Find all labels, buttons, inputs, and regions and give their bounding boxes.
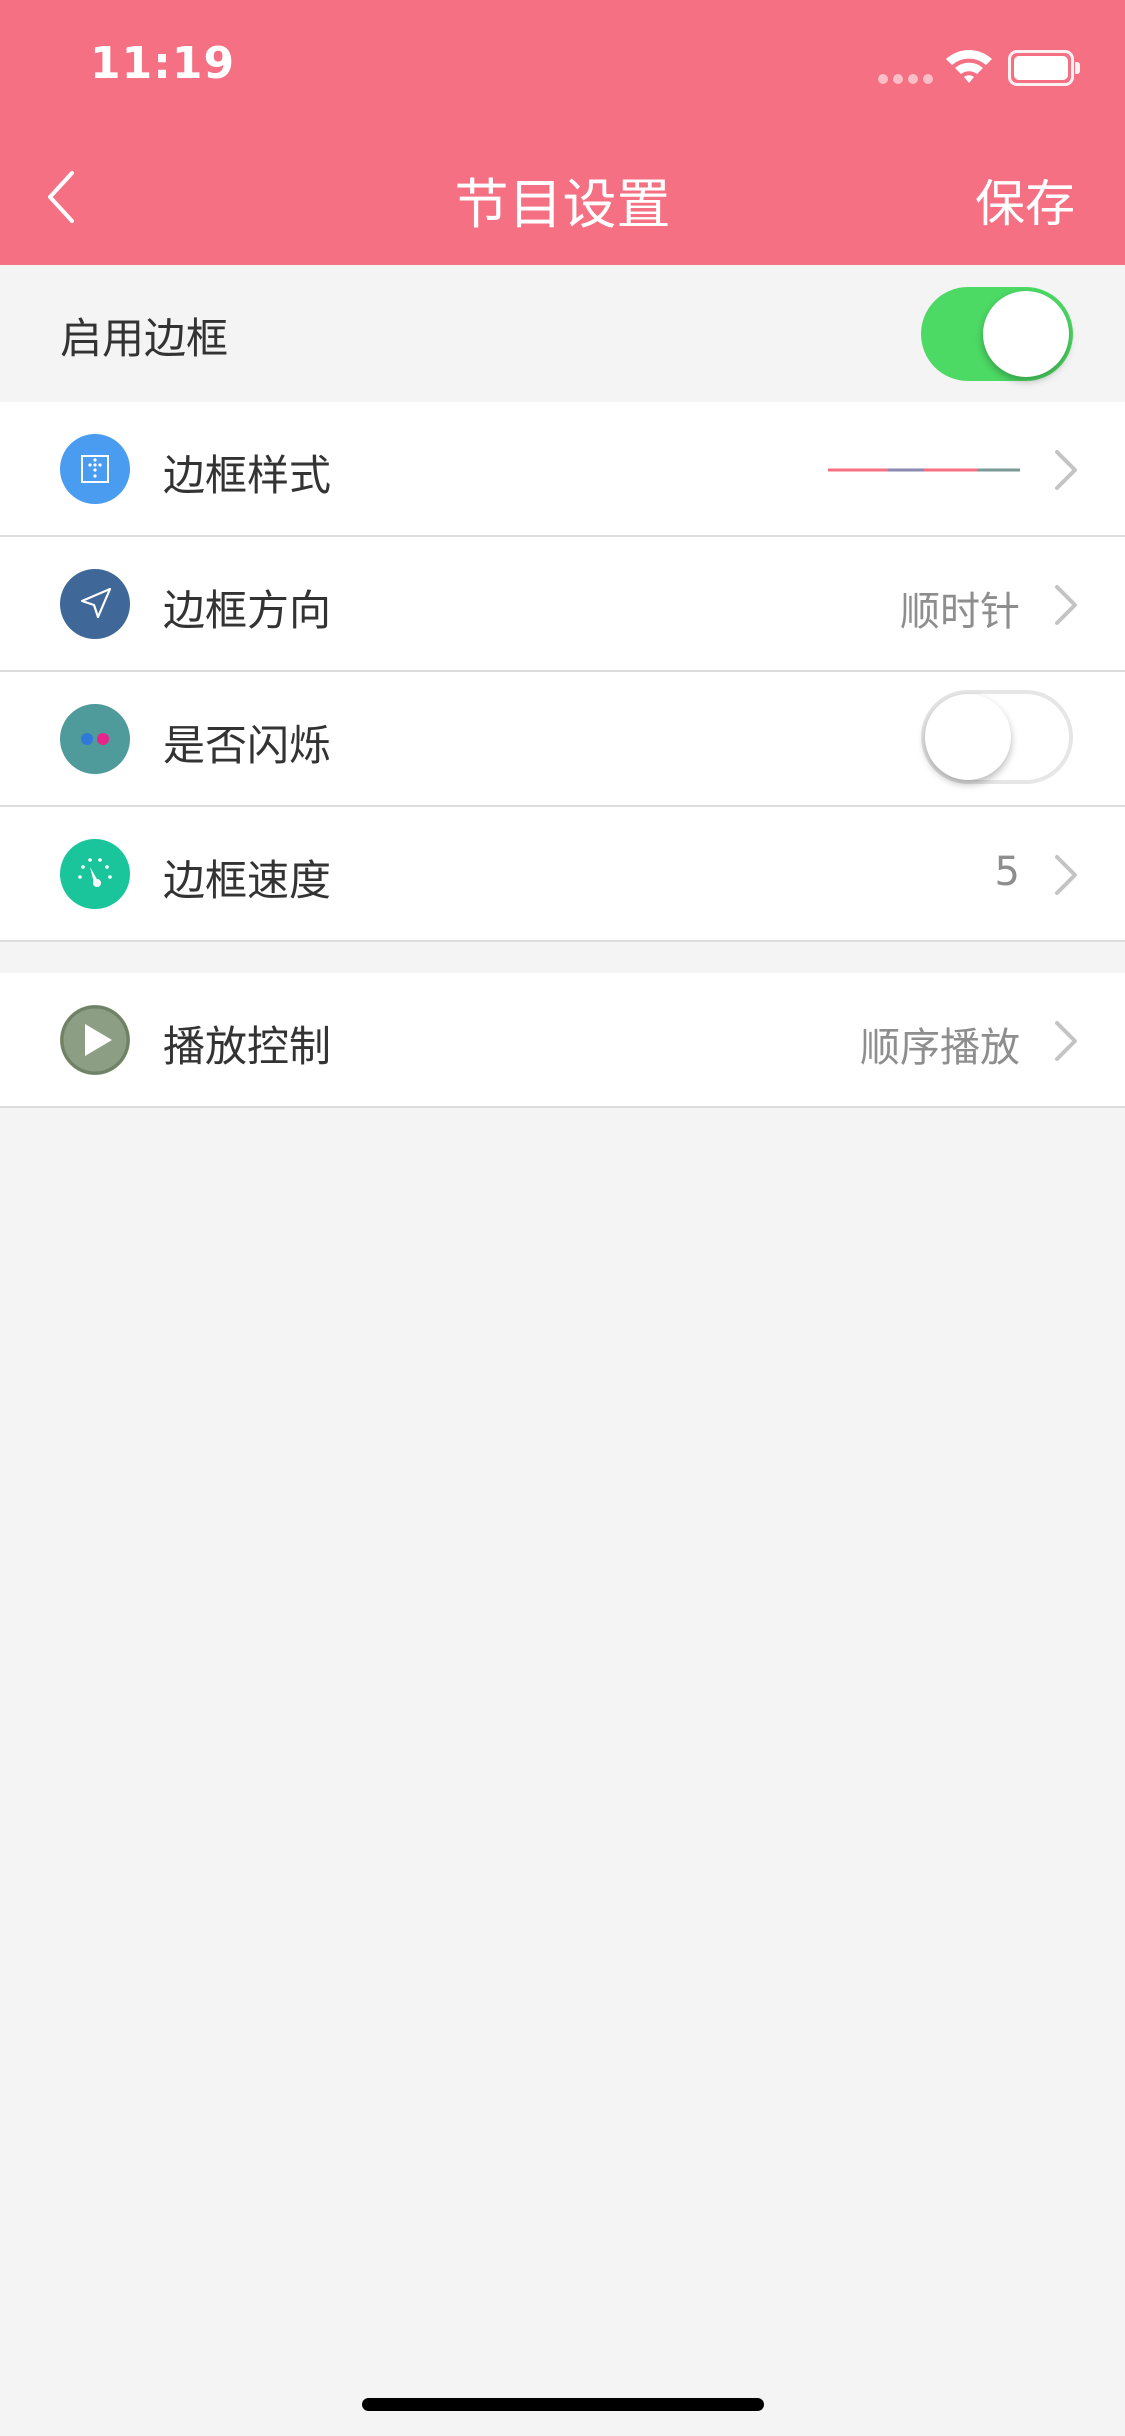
toggle-knob: [983, 291, 1069, 377]
playback-group: 播放控制 顺序播放: [0, 973, 1125, 1108]
header-bar: 11:19 节目设置 保存: [0, 0, 1125, 265]
cellular-signal-icon: [878, 74, 934, 84]
enable-border-toggle[interactable]: [921, 287, 1073, 381]
enable-border-label: 启用边框: [60, 314, 229, 363]
chevron-right-icon: [1055, 1021, 1077, 1061]
border-direction-label: 边框方向: [163, 586, 332, 635]
border-style-preview: [828, 468, 1020, 472]
blink-label: 是否闪烁: [163, 721, 332, 770]
settings-screen: 11:19 节目设置 保存 启用边框 边框样式 边框方向 顺时针 是否闪烁 边框…: [0, 0, 1125, 2436]
playback-control-label: 播放控制: [163, 1022, 332, 1071]
wifi-icon: [946, 50, 992, 83]
direction-arrow-icon: [60, 569, 130, 639]
border-speed-row[interactable]: 边框速度 5: [0, 807, 1125, 942]
save-button[interactable]: 保存: [975, 164, 1075, 236]
toggle-knob: [925, 694, 1011, 780]
chevron-right-icon: [1055, 450, 1077, 490]
home-indicator[interactable]: [362, 2398, 764, 2411]
border-speed-label: 边框速度: [163, 856, 332, 905]
blink-dots-icon: [60, 704, 130, 774]
battery-icon: [1008, 50, 1080, 86]
enable-border-row: 启用边框: [0, 265, 1125, 402]
blink-row: 是否闪烁: [0, 672, 1125, 807]
playback-control-value: 顺序播放: [860, 1025, 1020, 1071]
blink-toggle[interactable]: [921, 690, 1073, 784]
border-style-icon: [60, 434, 130, 504]
border-settings-group: 边框样式 边框方向 顺时针 是否闪烁 边框速度 5: [0, 402, 1125, 942]
page-title: 节目设置: [454, 173, 671, 236]
speedometer-icon: [60, 839, 130, 909]
status-time: 11:19: [90, 38, 236, 89]
playback-control-row[interactable]: 播放控制 顺序播放: [0, 973, 1125, 1108]
border-direction-value: 顺时针: [900, 589, 1020, 635]
chevron-right-icon: [1055, 585, 1077, 625]
border-style-row[interactable]: 边框样式: [0, 402, 1125, 537]
border-speed-value: 5: [994, 849, 1020, 895]
border-direction-row[interactable]: 边框方向 顺时针: [0, 537, 1125, 672]
play-icon: [60, 1005, 130, 1075]
chevron-right-icon: [1055, 855, 1077, 895]
border-style-label: 边框样式: [163, 451, 332, 500]
